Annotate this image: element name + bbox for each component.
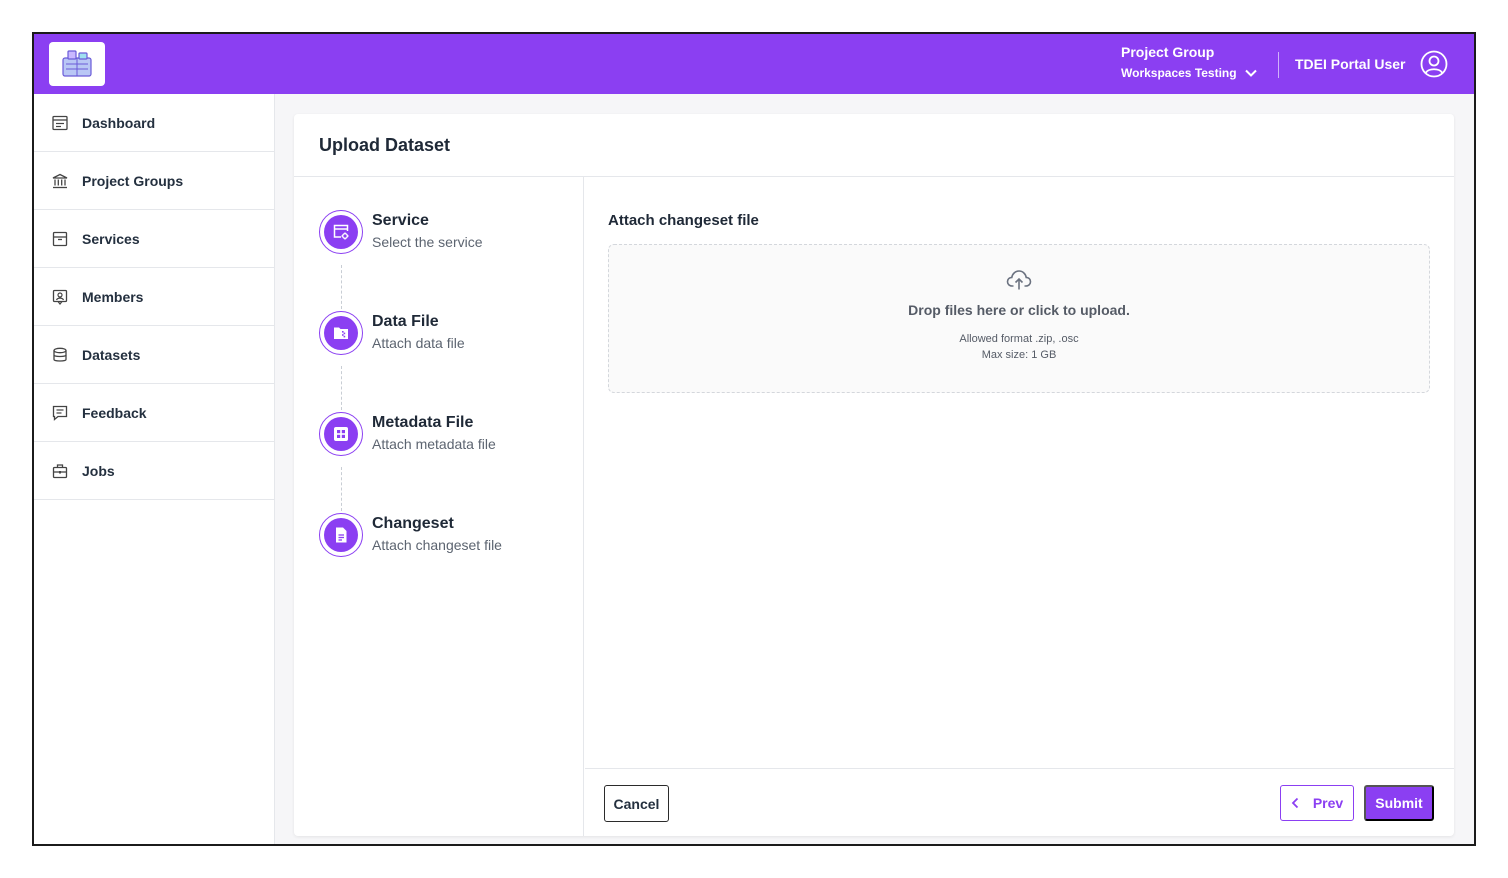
app-window: Project Group Workspaces Testing TDEI Po…: [32, 32, 1476, 846]
document-icon: [336, 527, 347, 543]
step-connector: [341, 467, 342, 511]
step-connector: [341, 366, 342, 410]
step-indicator: [319, 513, 363, 557]
prev-label: Prev: [1312, 795, 1344, 811]
top-bar: Project Group Workspaces Testing TDEI Po…: [34, 34, 1474, 94]
sidebar-item-label: Feedback: [82, 404, 147, 421]
submit-button[interactable]: Submit: [1364, 785, 1434, 821]
allowed-format-text: Allowed format .zip, .osc: [959, 333, 1079, 345]
step-subtitle: Select the service: [372, 234, 483, 250]
attach-changeset-label: Attach changeset file: [608, 212, 759, 229]
sidebar-item-jobs[interactable]: Jobs: [34, 442, 274, 500]
service-icon: [333, 224, 349, 240]
step-indicator: [319, 311, 363, 355]
sidebar-item-members[interactable]: Members: [34, 268, 274, 326]
step-title: Service: [372, 212, 429, 229]
sidebar-item-services[interactable]: Services: [34, 210, 274, 268]
step-indicator: [319, 412, 363, 456]
step-connector: [341, 265, 342, 309]
upload-panel: Attach changeset file Drop files here or…: [585, 177, 1454, 768]
sidebar-item-label: Services: [82, 230, 140, 247]
cancel-button[interactable]: Cancel: [604, 785, 669, 822]
step-service[interactable]: Service Select the service: [319, 210, 483, 254]
cloud-upload-icon: [1006, 270, 1032, 290]
sidebar: Dashboard Project Groups Services Member…: [34, 94, 275, 844]
sidebar-item-label: Datasets: [82, 346, 141, 363]
step-data-file[interactable]: Data File Attach data file: [319, 311, 465, 355]
sidebar-item-datasets[interactable]: Datasets: [34, 326, 274, 384]
sidebar-item-label: Dashboard: [82, 114, 156, 131]
sidebar-item-label: Jobs: [82, 462, 115, 479]
briefcase-icon: [52, 463, 68, 478]
sidebar-item-project-groups[interactable]: Project Groups: [34, 152, 274, 210]
upload-stepper: Service Select the service Data File Att…: [294, 177, 584, 836]
user-name[interactable]: TDEI Portal User: [1295, 56, 1405, 72]
project-group-label: Project Group: [1121, 44, 1215, 60]
form-footer: Cancel Prev Submit: [585, 768, 1454, 836]
file-dropzone[interactable]: Drop files here or click to upload. Allo…: [608, 244, 1430, 393]
step-title: Metadata File: [372, 414, 474, 431]
archive-icon: [52, 231, 68, 246]
sidebar-item-dashboard[interactable]: Dashboard: [34, 94, 274, 152]
max-size-text: Max size: 1 GB: [981, 349, 1057, 361]
chevron-left-icon: [1291, 797, 1298, 809]
logo-icon: [62, 50, 92, 77]
step-subtitle: Attach data file: [372, 335, 465, 351]
database-icon: [53, 347, 67, 362]
feedback-icon: [52, 405, 68, 421]
step-subtitle: Attach metadata file: [372, 436, 496, 452]
grid-icon: [334, 427, 348, 441]
dropzone-text: Drop files here or click to upload.: [908, 302, 1130, 318]
app-logo[interactable]: [49, 42, 105, 86]
sidebar-item-label: Members: [82, 288, 144, 305]
prev-button[interactable]: Prev: [1280, 785, 1354, 821]
project-group-selector[interactable]: Project Group Workspaces Testing: [1121, 44, 1257, 80]
member-icon: [52, 289, 68, 305]
step-title: Changeset: [372, 515, 454, 532]
step-title: Data File: [372, 313, 439, 330]
avatar[interactable]: [1420, 50, 1448, 83]
dashboard-icon: [52, 115, 68, 130]
project-group-value: Workspaces Testing: [1121, 66, 1237, 80]
user-circle-icon: [1420, 50, 1448, 78]
chevron-down-icon[interactable]: [1244, 69, 1257, 77]
sidebar-item-label: Project Groups: [82, 172, 184, 189]
upload-dataset-card: Upload Dataset Service Select the servic…: [294, 114, 1454, 836]
step-metadata-file[interactable]: Metadata File Attach metadata file: [319, 412, 496, 456]
header-divider: [1278, 52, 1279, 78]
bank-icon: [52, 173, 68, 188]
sidebar-item-feedback[interactable]: Feedback: [34, 384, 274, 442]
step-changeset[interactable]: Changeset Attach changeset file: [319, 513, 502, 557]
page-title: Upload Dataset: [294, 114, 1454, 177]
folder-file-icon: [334, 327, 348, 339]
step-indicator: [319, 210, 363, 254]
step-subtitle: Attach changeset file: [372, 537, 502, 553]
